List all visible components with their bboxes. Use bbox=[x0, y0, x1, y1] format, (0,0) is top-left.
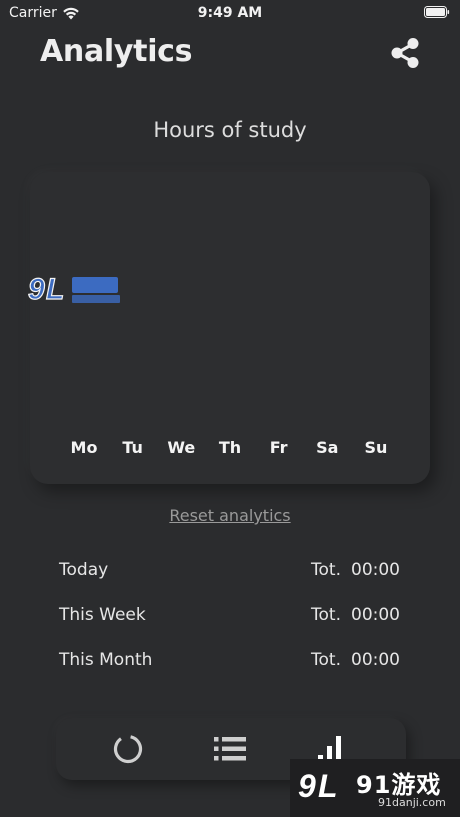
svg-text:L: L bbox=[318, 768, 338, 804]
svg-text:9: 9 bbox=[298, 768, 316, 804]
reset-analytics-label: Reset analytics bbox=[169, 506, 291, 525]
watermark-badge: 9 L 91游戏 91danji.com bbox=[290, 759, 460, 817]
analytics-screen: Carrier 9:49 AM Analytics Hours of study bbox=[0, 0, 460, 817]
watermark-text: 91游戏 bbox=[356, 771, 442, 799]
watermark-badge-logo-icon: 9 L bbox=[298, 768, 338, 804]
watermark-logo: 9 L bbox=[28, 272, 120, 306]
stat-total: Tot. 00:00 bbox=[311, 605, 400, 625]
nav-list-button[interactable] bbox=[213, 732, 247, 766]
svg-text:9: 9 bbox=[28, 273, 45, 306]
day-label-th: Th bbox=[218, 438, 242, 457]
battery-icon bbox=[424, 6, 450, 18]
day-label-su: Su bbox=[364, 438, 388, 457]
stat-label: This Week bbox=[59, 605, 146, 625]
share-button[interactable] bbox=[388, 36, 422, 70]
stat-prefix: Tot. bbox=[311, 605, 341, 625]
day-label-fr: Fr bbox=[269, 438, 288, 457]
share-icon bbox=[391, 38, 419, 68]
chart-title: Hours of study bbox=[153, 118, 307, 142]
nav-timer-button[interactable] bbox=[111, 732, 145, 766]
svg-text:L: L bbox=[46, 273, 64, 306]
status-time: 9:49 AM bbox=[197, 5, 263, 21]
stat-prefix: Tot. bbox=[311, 650, 341, 670]
stat-row-this-week: This Week Tot. 00:00 bbox=[59, 605, 400, 625]
watermark-url: 91danji.com bbox=[378, 796, 446, 809]
day-label-we: We bbox=[167, 438, 196, 457]
status-bar: Carrier 9:49 AM bbox=[0, 0, 460, 26]
stat-prefix: Tot. bbox=[311, 560, 341, 580]
stat-total: Tot. 00:00 bbox=[311, 560, 400, 580]
timer-icon bbox=[113, 734, 143, 764]
stat-row-today: Today Tot. 00:00 bbox=[59, 560, 400, 580]
chart-plot-area bbox=[64, 192, 396, 432]
stat-value: 00:00 bbox=[351, 650, 400, 670]
stat-value: 00:00 bbox=[351, 605, 400, 625]
day-label-tu: Tu bbox=[122, 438, 143, 457]
stat-label: This Month bbox=[59, 650, 153, 670]
day-label-mo: Mo bbox=[70, 438, 98, 457]
stat-value: 00:00 bbox=[351, 560, 400, 580]
page-title: Analytics bbox=[40, 34, 193, 69]
day-label-sa: Sa bbox=[316, 438, 339, 457]
list-icon bbox=[214, 737, 246, 761]
stat-label: Today bbox=[59, 560, 109, 580]
study-hours-chart: Mo Tu We Th Fr Sa Su bbox=[30, 172, 430, 484]
stat-row-this-month: This Month Tot. 00:00 bbox=[59, 650, 400, 670]
stat-total: Tot. 00:00 bbox=[311, 650, 400, 670]
chart-day-labels: Mo Tu We Th Fr Sa Su bbox=[64, 438, 396, 457]
reset-analytics-link[interactable]: Reset analytics bbox=[0, 506, 460, 525]
